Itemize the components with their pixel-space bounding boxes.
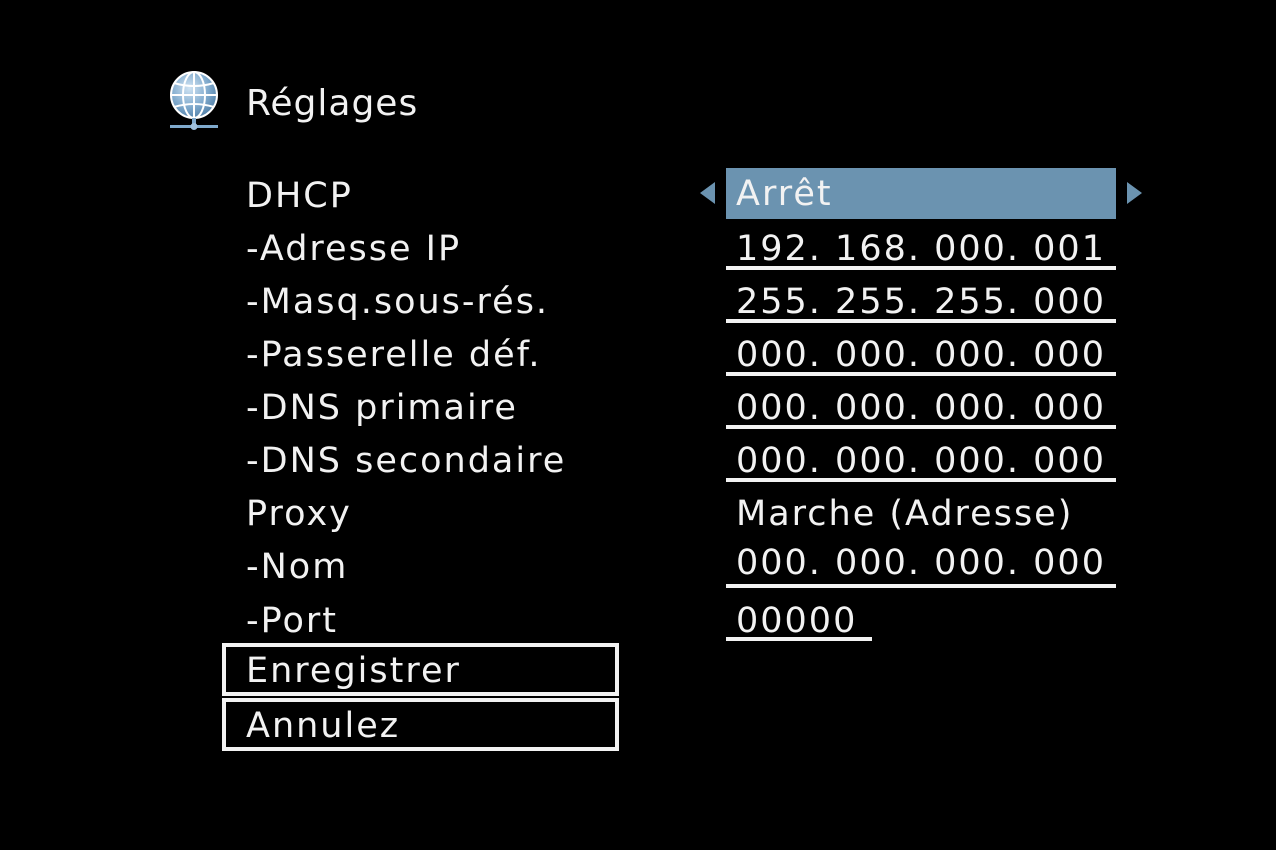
- save-button-label: Enregistrer: [246, 651, 461, 691]
- dns-primary-label: -DNS primaire: [246, 388, 518, 428]
- dns-primary-field[interactable]: 000. 000. 000. 000: [736, 386, 1106, 430]
- gateway-field[interactable]: 000. 000. 000. 000: [736, 333, 1106, 377]
- subnet-mask-label: -Masq.sous-rés.: [246, 282, 550, 322]
- proxy-name-label: -Nom: [246, 547, 349, 587]
- proxy-name-field[interactable]: 000. 000. 000. 000: [736, 541, 1106, 585]
- arrow-right-icon[interactable]: [1127, 182, 1142, 204]
- gateway-label: -Passerelle déf.: [246, 335, 542, 375]
- cancel-button[interactable]: Annulez: [222, 698, 619, 751]
- dns-secondary-label: -DNS secondaire: [246, 441, 567, 481]
- ip-address-label: -Adresse IP: [246, 229, 462, 269]
- save-button[interactable]: Enregistrer: [222, 643, 619, 696]
- subnet-mask-field[interactable]: 255. 255. 255. 000: [736, 280, 1106, 324]
- proxy-value[interactable]: Marche (Adresse): [736, 492, 1073, 536]
- subnet-mask-underline: [726, 319, 1116, 323]
- proxy-port-label: -Port: [246, 601, 339, 641]
- ip-address-field[interactable]: 192. 168. 000. 001: [736, 227, 1106, 271]
- page-title: Réglages: [246, 83, 419, 124]
- gateway-underline: [726, 372, 1116, 376]
- header: [168, 70, 222, 132]
- globe-network-icon: [170, 71, 218, 130]
- cancel-button-label: Annulez: [246, 706, 401, 746]
- arrow-left-icon[interactable]: [700, 182, 715, 204]
- dns-secondary-field[interactable]: 000. 000. 000. 000: [736, 439, 1106, 483]
- dhcp-selector[interactable]: Arrêt: [726, 168, 1116, 219]
- proxy-label: Proxy: [246, 494, 352, 534]
- dns-primary-underline: [726, 425, 1116, 429]
- dhcp-label: DHCP: [246, 176, 353, 216]
- dns-secondary-underline: [726, 478, 1116, 482]
- dhcp-value: Arrêt: [736, 174, 833, 214]
- ip-address-underline: [726, 266, 1116, 270]
- proxy-name-underline: [726, 584, 1116, 588]
- proxy-port-underline: [726, 637, 872, 641]
